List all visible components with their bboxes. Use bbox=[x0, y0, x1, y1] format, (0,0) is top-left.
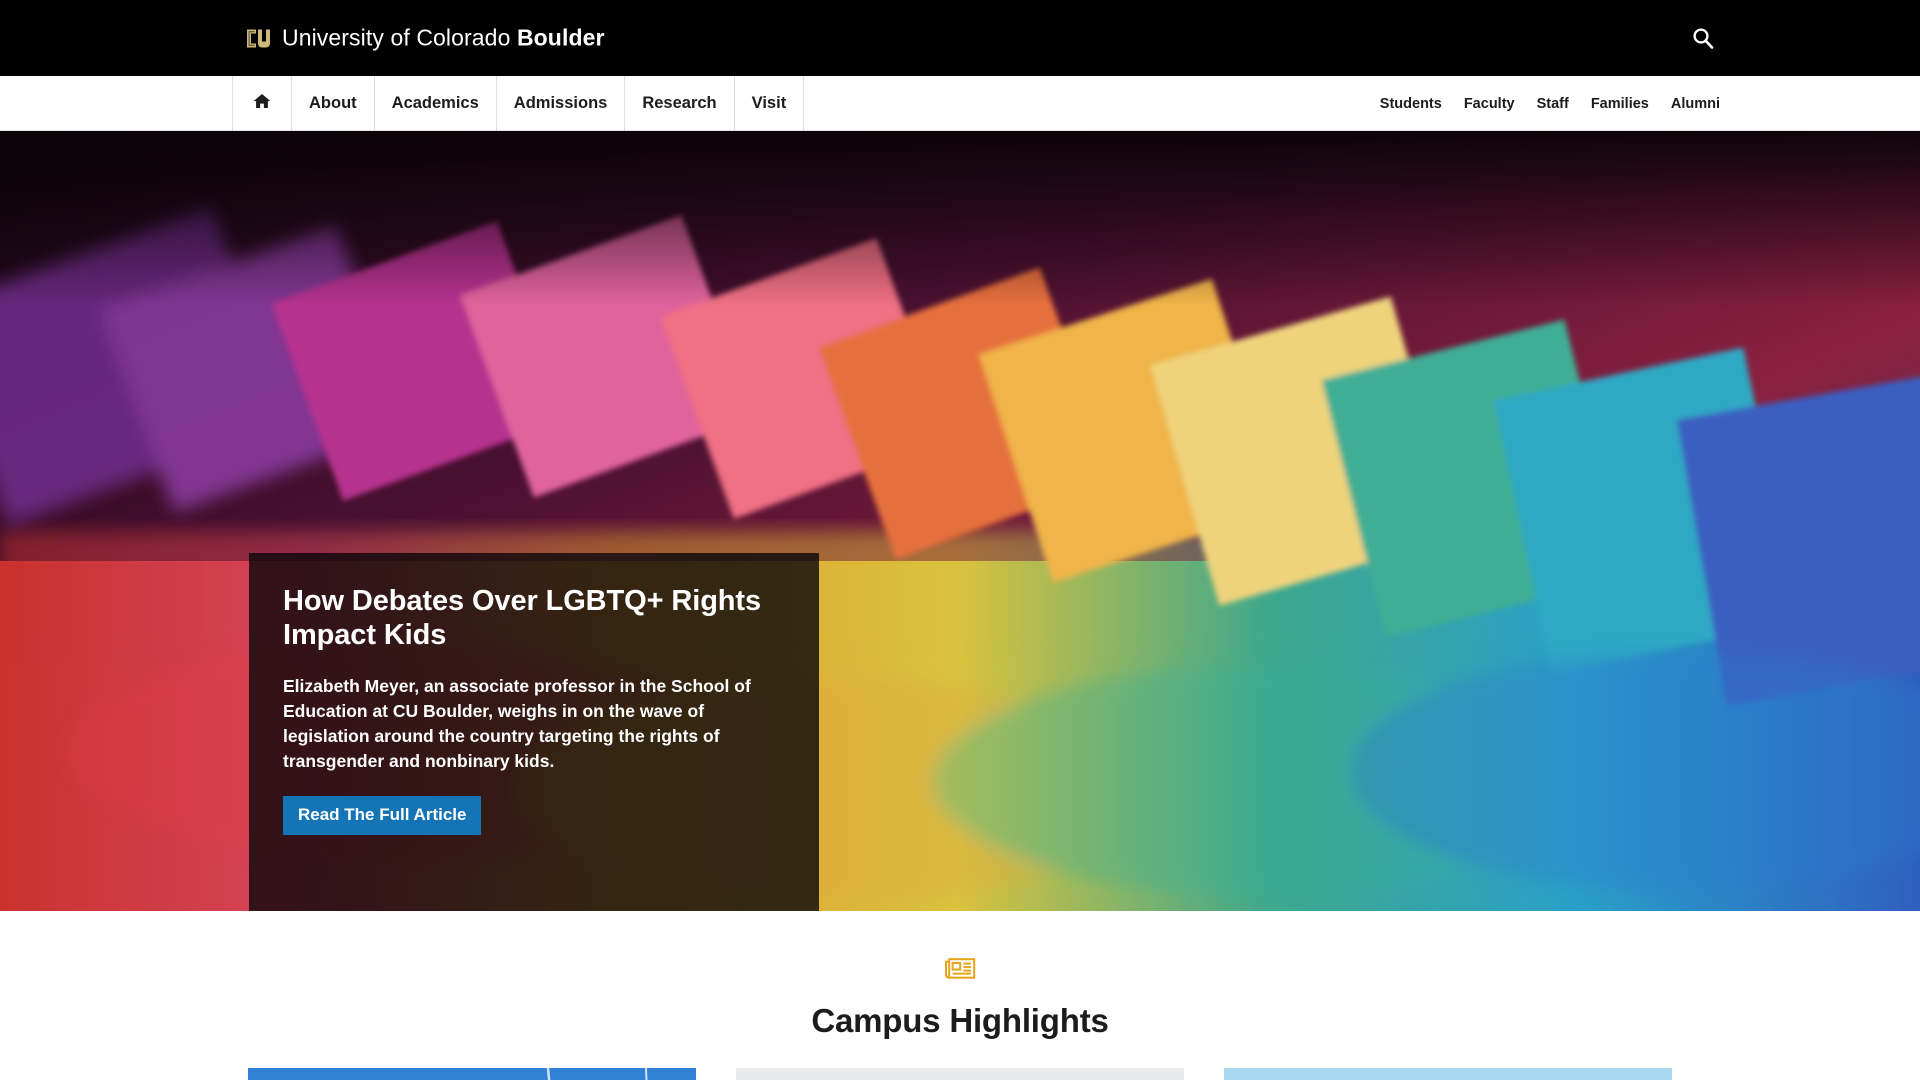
audience-nav: Students Faculty Staff Families Alumni bbox=[1380, 76, 1720, 131]
list-item[interactable] bbox=[736, 1068, 1184, 1080]
nav-label: Admissions bbox=[513, 94, 608, 112]
page-title: Campus Highlights bbox=[811, 1002, 1109, 1039]
nav-label: Research bbox=[642, 94, 717, 112]
nav-item-faculty[interactable]: Faculty bbox=[1464, 96, 1515, 112]
nav-label: Visit bbox=[751, 94, 787, 112]
nav-item-staff[interactable]: Staff bbox=[1537, 96, 1569, 112]
cu-logo bbox=[245, 25, 271, 51]
main-navigation: About Academics Admissions Research Visi… bbox=[0, 76, 1920, 131]
site-header: University of Colorado Boulder bbox=[0, 0, 1920, 76]
brand-wordmark: University of Colorado Boulder bbox=[282, 24, 605, 51]
nav-item-visit[interactable]: Visit bbox=[735, 76, 805, 131]
hero-description: Elizabeth Meyer, an associate professor … bbox=[283, 675, 751, 771]
nav-item-about[interactable]: About bbox=[292, 76, 375, 131]
card-thumbnail bbox=[1224, 1068, 1672, 1080]
highlight-card-list bbox=[0, 1068, 1920, 1080]
newspaper-icon bbox=[0, 955, 1920, 988]
nav-item-families[interactable]: Families bbox=[1591, 96, 1649, 112]
card-thumbnail bbox=[736, 1068, 1184, 1080]
card-thumbnail bbox=[248, 1068, 696, 1080]
nav-item-alumni[interactable]: Alumni bbox=[1671, 96, 1720, 112]
nav-label: Academics bbox=[391, 94, 479, 112]
nav-item-students[interactable]: Students bbox=[1380, 96, 1442, 112]
primary-nav: About Academics Admissions Research Visi… bbox=[232, 76, 805, 131]
hero-banner: How Debates Over LGBTQ+ Rights Impact Ki… bbox=[0, 131, 1920, 911]
list-item[interactable] bbox=[1224, 1068, 1672, 1080]
nav-label: About bbox=[309, 94, 357, 112]
hero-card: How Debates Over LGBTQ+ Rights Impact Ki… bbox=[249, 553, 819, 911]
campus-highlights-section: Campus Highlights bbox=[0, 911, 1920, 1080]
nav-item-academics[interactable]: Academics bbox=[375, 76, 497, 131]
nav-item-research[interactable]: Research bbox=[625, 76, 735, 131]
home-icon bbox=[253, 93, 271, 114]
read-full-article-button[interactable]: Read The Full Article bbox=[283, 795, 482, 835]
nav-item-admissions[interactable]: Admissions bbox=[497, 76, 626, 131]
search-icon[interactable] bbox=[1686, 21, 1720, 55]
list-item[interactable] bbox=[248, 1068, 696, 1080]
brand-link[interactable]: University of Colorado Boulder bbox=[245, 25, 605, 52]
sidebar-item-home[interactable] bbox=[232, 76, 292, 131]
hero-headline: How Debates Over LGBTQ+ Rights Impact Ki… bbox=[283, 585, 762, 651]
